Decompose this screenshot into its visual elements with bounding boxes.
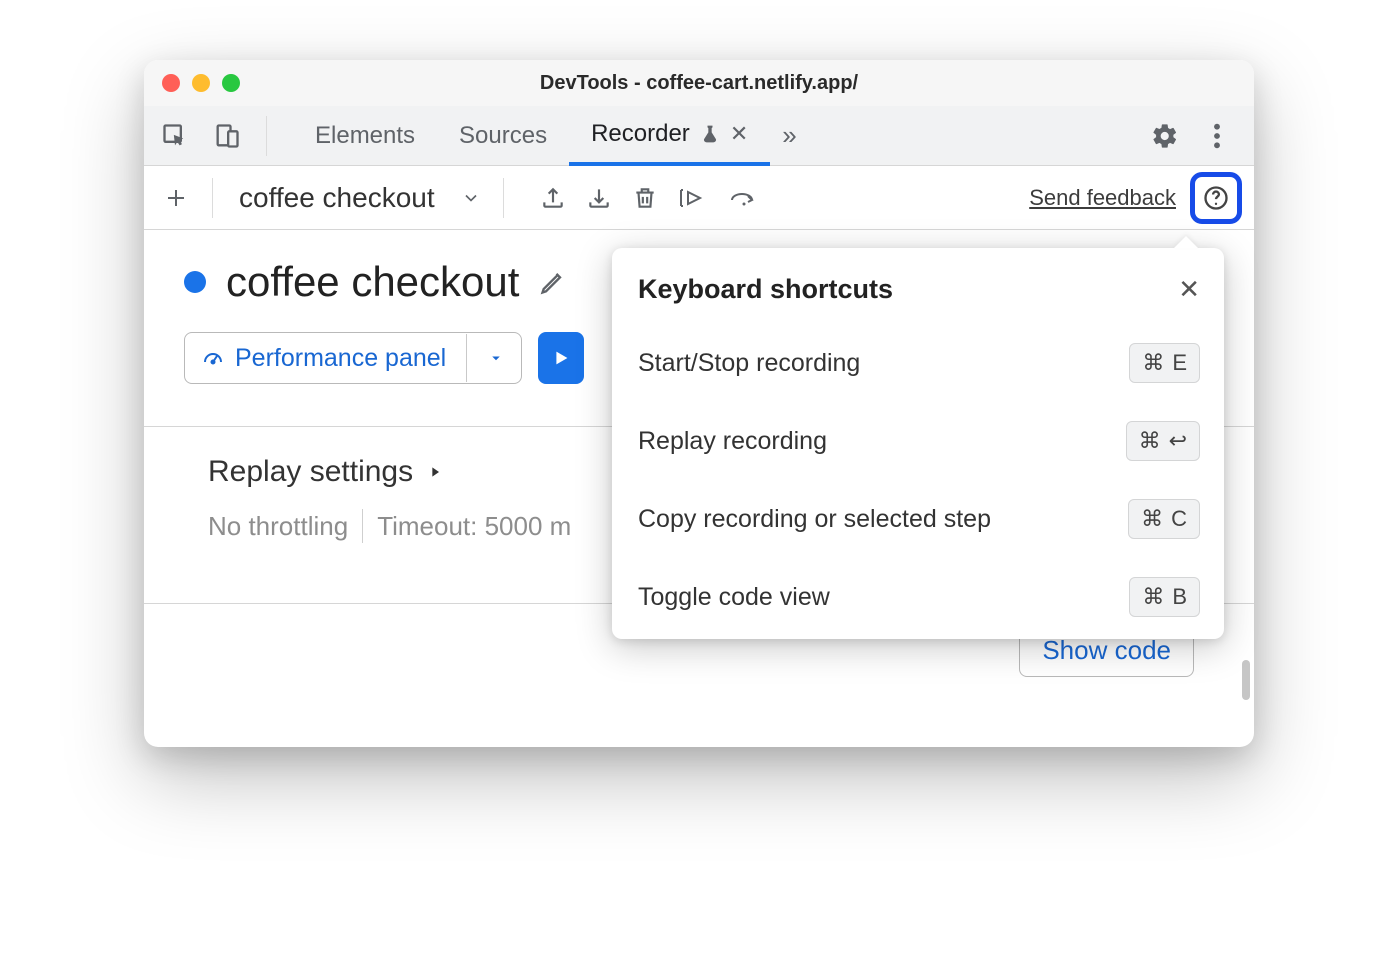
window-minimize-button[interactable] bbox=[192, 74, 210, 92]
window-close-button[interactable] bbox=[162, 74, 180, 92]
shortcut-label: Start/Stop recording bbox=[638, 349, 860, 378]
devtools-window: DevTools - coffee-cart.netlify.app/ Elem… bbox=[144, 60, 1254, 747]
export-icon[interactable] bbox=[540, 185, 566, 211]
shortcut-row: Toggle code view ⌘ B bbox=[638, 577, 1200, 617]
recorder-toolbar: coffee checkout bbox=[144, 166, 1254, 230]
shortcut-label: Copy recording or selected step bbox=[638, 505, 991, 534]
chevron-right-icon bbox=[427, 462, 443, 482]
inspect-element-icon[interactable] bbox=[156, 117, 194, 155]
window-title: DevTools - coffee-cart.netlify.app/ bbox=[144, 72, 1254, 95]
key: ↩ bbox=[1169, 428, 1187, 454]
shortcut-row: Start/Stop recording ⌘ E bbox=[638, 343, 1200, 383]
tab-label: Recorder bbox=[591, 120, 690, 148]
popover-title: Keyboard shortcuts bbox=[638, 274, 893, 305]
key: C bbox=[1171, 506, 1187, 532]
divider bbox=[212, 178, 213, 218]
delete-icon[interactable] bbox=[632, 185, 658, 211]
more-tabs-button[interactable]: » bbox=[770, 106, 808, 166]
more-options-icon[interactable] bbox=[1198, 117, 1236, 155]
divider bbox=[503, 178, 504, 218]
panel-tabs: Elements Sources Recorder ✕ » bbox=[144, 106, 1254, 166]
shortcut-label: Toggle code view bbox=[638, 583, 830, 612]
import-icon[interactable] bbox=[586, 185, 612, 211]
device-toolbar-icon[interactable] bbox=[208, 117, 246, 155]
chevron-down-icon[interactable] bbox=[477, 349, 505, 367]
shortcut-keys: ⌘ C bbox=[1128, 499, 1200, 539]
divider bbox=[362, 509, 363, 543]
key: B bbox=[1172, 584, 1187, 610]
titlebar: DevTools - coffee-cart.netlify.app/ bbox=[144, 60, 1254, 106]
gauge-icon bbox=[201, 346, 225, 370]
key: ⌘ bbox=[1139, 428, 1161, 454]
tabs-leading-icons bbox=[156, 116, 273, 156]
new-recording-button[interactable] bbox=[156, 178, 196, 218]
help-button[interactable] bbox=[1190, 172, 1242, 224]
shortcut-keys: ⌘ E bbox=[1129, 343, 1200, 383]
shortcuts-popover: Keyboard shortcuts ✕ Start/Stop recordin… bbox=[612, 248, 1224, 639]
key: ⌘ bbox=[1141, 506, 1163, 532]
tab-label: Elements bbox=[315, 122, 415, 150]
key: ⌘ bbox=[1142, 350, 1164, 376]
tab-label: Sources bbox=[459, 122, 547, 150]
divider bbox=[266, 116, 267, 156]
replay-settings-label: Replay settings bbox=[208, 455, 413, 489]
performance-panel-label: Performance panel bbox=[235, 344, 446, 373]
chevron-right-double-icon: » bbox=[782, 120, 796, 151]
traffic-lights bbox=[162, 74, 240, 92]
popover-close-icon[interactable]: ✕ bbox=[1178, 274, 1200, 305]
recording-title: coffee checkout bbox=[226, 258, 519, 306]
key: E bbox=[1172, 350, 1187, 376]
recording-name-value: coffee checkout bbox=[239, 182, 435, 214]
edit-title-icon[interactable] bbox=[539, 268, 567, 296]
shortcut-label: Replay recording bbox=[638, 427, 827, 456]
window-zoom-button[interactable] bbox=[222, 74, 240, 92]
replay-button[interactable] bbox=[538, 332, 584, 384]
chevron-down-icon[interactable] bbox=[455, 188, 487, 208]
performance-panel-button[interactable]: Performance panel bbox=[184, 332, 522, 384]
recording-status-dot bbox=[184, 271, 206, 293]
shortcut-keys: ⌘ B bbox=[1129, 577, 1200, 617]
timeout-value: Timeout: 5000 m bbox=[377, 511, 571, 542]
tab-recorder[interactable]: Recorder ✕ bbox=[569, 106, 770, 166]
tab-close-icon[interactable]: ✕ bbox=[730, 121, 748, 147]
show-code-label: Show code bbox=[1042, 635, 1171, 665]
send-feedback-link[interactable]: Send feedback bbox=[1029, 185, 1176, 211]
scrollbar-thumb[interactable] bbox=[1242, 660, 1250, 700]
recording-selector[interactable]: coffee checkout bbox=[229, 182, 445, 214]
replay-loop-icon[interactable] bbox=[728, 185, 758, 211]
key: ⌘ bbox=[1142, 584, 1164, 610]
tab-sources[interactable]: Sources bbox=[437, 106, 569, 166]
step-over-icon[interactable] bbox=[678, 185, 708, 211]
shortcut-row: Replay recording ⌘ ↩ bbox=[638, 421, 1200, 461]
throttling-value: No throttling bbox=[208, 511, 348, 542]
settings-icon[interactable] bbox=[1146, 117, 1184, 155]
tab-list: Elements Sources Recorder ✕ » bbox=[293, 106, 809, 166]
shortcut-keys: ⌘ ↩ bbox=[1126, 421, 1200, 461]
tab-elements[interactable]: Elements bbox=[293, 106, 437, 166]
experiment-icon bbox=[700, 122, 720, 146]
shortcut-row: Copy recording or selected step ⌘ C bbox=[638, 499, 1200, 539]
